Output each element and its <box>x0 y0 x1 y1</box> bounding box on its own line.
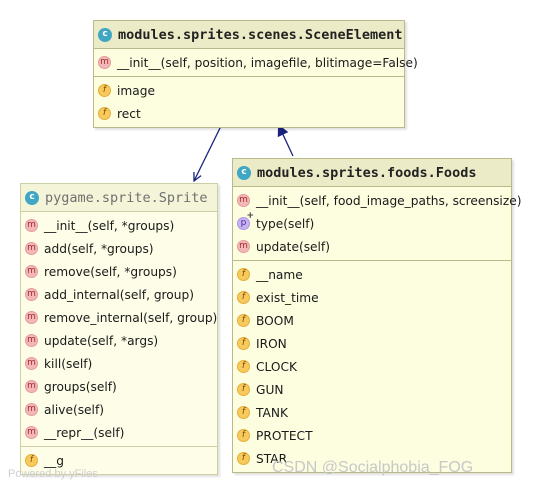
class-name: pygame.sprite.Sprite <box>45 189 208 206</box>
method-icon: m <box>25 426 38 439</box>
property-signature: type(self) <box>256 216 315 231</box>
method-signature: add(self, *groups) <box>44 241 154 256</box>
field-icon: f <box>237 406 250 419</box>
yfiles-watermark: Powered by yFiles <box>8 468 98 480</box>
method-icon: m <box>237 194 250 207</box>
field-name: GUN <box>256 382 284 397</box>
field-icon: f <box>98 84 111 97</box>
class-header: c modules.sprites.scenes.SceneElement <box>94 21 404 49</box>
field-row[interactable]: f BOOM <box>233 309 511 332</box>
field-icon: f <box>237 360 250 373</box>
fields-section: f image f rect <box>94 77 404 127</box>
method-signature: groups(self) <box>44 379 117 394</box>
field-row[interactable]: f CLOCK <box>233 355 511 378</box>
method-icon: m <box>25 242 38 255</box>
property-row[interactable]: p type(self) <box>233 212 511 235</box>
method-signature: alive(self) <box>44 402 104 417</box>
field-name: __name <box>256 267 303 282</box>
field-row[interactable]: f PROTECT <box>233 424 511 447</box>
field-row[interactable]: f TANK <box>233 401 511 424</box>
methods-section: m __init__(self, food_image_paths, scree… <box>233 187 521 261</box>
class-scene-element[interactable]: c modules.sprites.scenes.SceneElement m … <box>93 20 418 128</box>
field-name: PROTECT <box>256 428 313 443</box>
class-header: c pygame.sprite.Sprite <box>21 184 217 212</box>
field-icon: f <box>237 314 250 327</box>
csdn-watermark: CSDN @Socialphobia_FOG <box>272 459 474 476</box>
method-signature: update(self) <box>256 239 330 254</box>
field-name: image <box>117 83 155 98</box>
field-icon: f <box>98 107 111 120</box>
method-signature: kill(self) <box>44 356 93 371</box>
class-icon: c <box>25 190 39 205</box>
methods-section: m __init__(self, position, imagefile, bl… <box>94 49 418 77</box>
class-name: modules.sprites.foods.Foods <box>257 164 477 181</box>
method-row[interactable]: m kill(self) <box>21 352 217 375</box>
methods-section: m __init__(self, *groups) m add(self, *g… <box>21 212 217 447</box>
field-icon: f <box>237 429 250 442</box>
method-icon: m <box>25 288 38 301</box>
method-icon: m <box>25 265 38 278</box>
method-row[interactable]: m __init__(self, food_image_paths, scree… <box>233 189 521 212</box>
field-name: CLOCK <box>256 359 297 374</box>
field-row[interactable]: f GUN <box>233 378 511 401</box>
method-icon: m <box>25 219 38 232</box>
field-icon: f <box>237 452 250 465</box>
method-row[interactable]: m update(self, *args) <box>21 329 217 352</box>
field-name: TANK <box>256 405 288 420</box>
edge-sceneelement-to-sprite <box>194 123 223 181</box>
method-signature: update(self, *args) <box>44 333 159 348</box>
method-signature: remove_internal(self, group) <box>44 310 218 325</box>
method-signature: add_internal(self, group) <box>44 287 194 302</box>
method-row[interactable]: m groups(self) <box>21 375 217 398</box>
class-header: c modules.sprites.foods.Foods <box>233 159 511 187</box>
field-row[interactable]: f rect <box>94 102 404 125</box>
method-row[interactable]: m __repr__(self) <box>21 421 217 444</box>
method-icon: m <box>25 403 38 416</box>
method-row[interactable]: m update(self) <box>233 235 511 258</box>
class-icon: c <box>98 27 112 42</box>
method-icon: m <box>25 311 38 324</box>
field-row[interactable]: f __name <box>233 263 511 286</box>
method-signature: remove(self, *groups) <box>44 264 177 279</box>
method-icon: m <box>25 334 38 347</box>
method-row[interactable]: m remove_internal(self, group) <box>21 306 217 329</box>
field-name: exist_time <box>256 290 319 305</box>
field-icon: f <box>237 383 250 396</box>
method-signature: __init__(self, *groups) <box>44 218 175 233</box>
method-icon: m <box>237 240 250 253</box>
method-icon: m <box>25 357 38 370</box>
method-signature: __init__(self, food_image_paths, screens… <box>256 193 522 208</box>
method-icon: m <box>98 56 111 69</box>
field-name: rect <box>117 106 141 121</box>
field-name: IRON <box>256 336 287 351</box>
fields-section: f __name f exist_time f BOOM f IRON f CL… <box>233 261 511 472</box>
method-row[interactable]: m __init__(self, position, imagefile, bl… <box>94 51 418 74</box>
field-row[interactable]: f IRON <box>233 332 511 355</box>
field-icon: f <box>237 268 250 281</box>
method-row[interactable]: m remove(self, *groups) <box>21 260 217 283</box>
method-signature: __init__(self, position, imagefile, blit… <box>117 55 418 70</box>
method-row[interactable]: m alive(self) <box>21 398 217 421</box>
field-icon: f <box>25 454 38 467</box>
field-name: BOOM <box>256 313 294 328</box>
method-row[interactable]: m add_internal(self, group) <box>21 283 217 306</box>
field-icon: f <box>237 337 250 350</box>
method-row[interactable]: m add(self, *groups) <box>21 237 217 260</box>
edge-foods-to-sceneelement <box>279 126 294 157</box>
field-icon: f <box>237 291 250 304</box>
class-foods[interactable]: c modules.sprites.foods.Foods m __init__… <box>232 158 521 473</box>
property-icon: p <box>237 212 254 230</box>
method-row[interactable]: m __init__(self, *groups) <box>21 214 217 237</box>
class-icon: c <box>237 165 251 180</box>
class-name: modules.sprites.scenes.SceneElement <box>118 26 403 43</box>
field-row[interactable]: f image <box>94 79 404 102</box>
class-sprite[interactable]: c pygame.sprite.Sprite m __init__(self, … <box>20 183 218 475</box>
method-signature: __repr__(self) <box>44 425 125 440</box>
field-name: __g <box>44 453 64 468</box>
method-icon: m <box>25 380 38 393</box>
field-row[interactable]: f exist_time <box>233 286 511 309</box>
